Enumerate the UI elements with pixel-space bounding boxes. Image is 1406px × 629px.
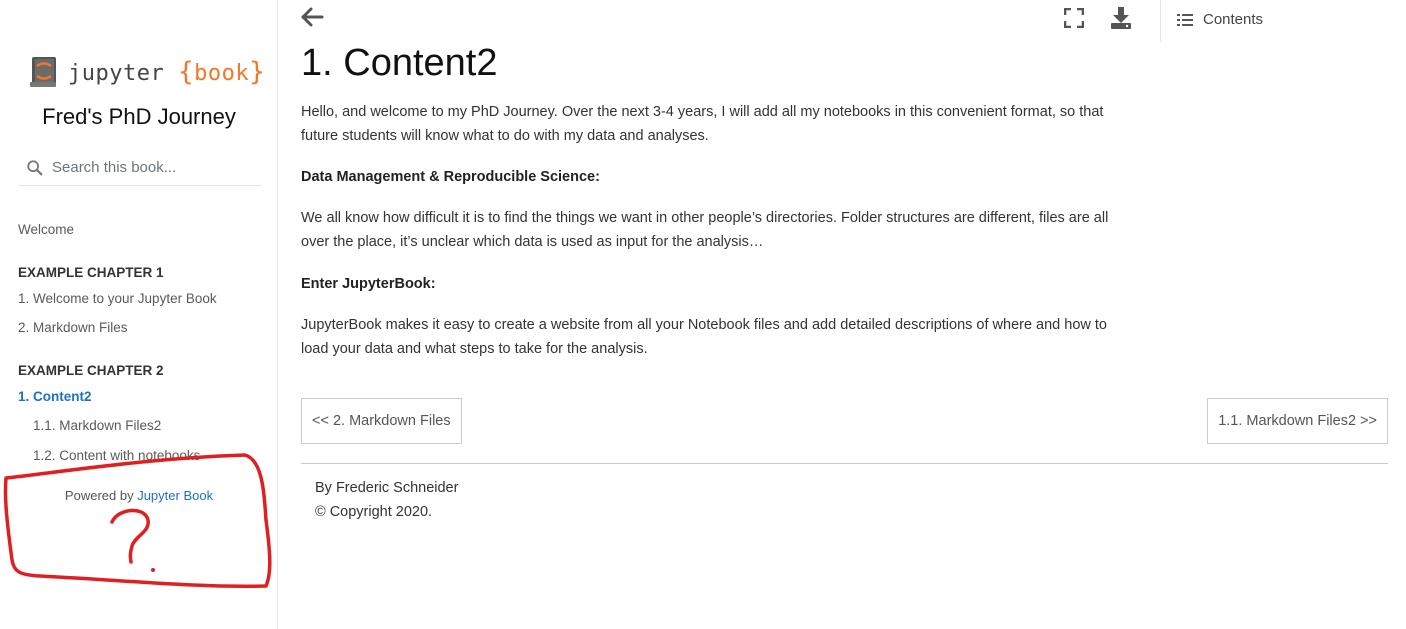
prev-page-button[interactable]: << 2. Markdown Files (301, 398, 462, 444)
sidebar-item-markdown-files[interactable]: 2. Markdown Files (18, 320, 128, 335)
search-box[interactable] (18, 150, 262, 186)
toc-label: Contents (1203, 11, 1264, 28)
page-title: 1. Content2 (301, 42, 498, 84)
search-input[interactable] (52, 159, 252, 176)
jupyter-book-logo-icon (30, 57, 56, 87)
sidebar-item-content-with-notebooks[interactable]: 1.2. Content with notebooks (33, 448, 200, 463)
download-icon[interactable] (1110, 6, 1132, 30)
jupyter-book-logo[interactable]: jupyter {book} (26, 54, 265, 90)
site-title: Fred's PhD Journey (42, 104, 236, 129)
footer-author: By Frederic Schneider (315, 480, 459, 496)
jupyter-book-link[interactable]: Jupyter Book (137, 488, 213, 503)
section-heading-enter-jupyterbook: Enter JupyterBook: (301, 276, 436, 292)
sidebar-item-content2[interactable]: 1. Content2 (18, 389, 92, 404)
powered-by: Powered by Jupyter Book (64, 488, 214, 503)
data-management-paragraph: We all know how difficult it is to find … (301, 210, 1109, 250)
chapter1-caption: EXAMPLE CHAPTER 1 (18, 265, 164, 280)
logo-text: jupyter {book} (68, 57, 266, 87)
toc-panel: Contents (1160, 0, 1406, 42)
search-icon (27, 159, 43, 175)
back-arrow-icon[interactable] (300, 6, 324, 28)
sidebar-item-welcome-jupyter-book[interactable]: 1. Welcome to your Jupyter Book (18, 291, 217, 306)
footer: By Frederic Schneider © Copyright 2020. (315, 476, 458, 524)
sidebar-item-markdown-files2[interactable]: 1.1. Markdown Files2 (33, 418, 161, 433)
intro-paragraph: Hello, and welcome to my PhD Journey. Ov… (301, 104, 1104, 144)
toc-button[interactable]: Contents (1177, 11, 1263, 28)
fullscreen-icon[interactable] (1064, 8, 1084, 28)
chapter2-caption: EXAMPLE CHAPTER 2 (18, 363, 164, 378)
list-icon (1177, 13, 1193, 26)
sidebar-item-welcome[interactable]: Welcome (18, 222, 74, 237)
jupyterbook-paragraph: JupyterBook makes it easy to create a we… (301, 317, 1107, 357)
section-heading-data-management: Data Management & Reproducible Science: (301, 169, 600, 185)
sidebar: jupyter {book} Fred's PhD Journey Welcom… (0, 0, 278, 629)
footer-divider (301, 463, 1388, 464)
next-page-button[interactable]: 1.1. Markdown Files2 >> (1207, 398, 1388, 444)
footer-copyright: © Copyright 2020. (315, 504, 433, 520)
